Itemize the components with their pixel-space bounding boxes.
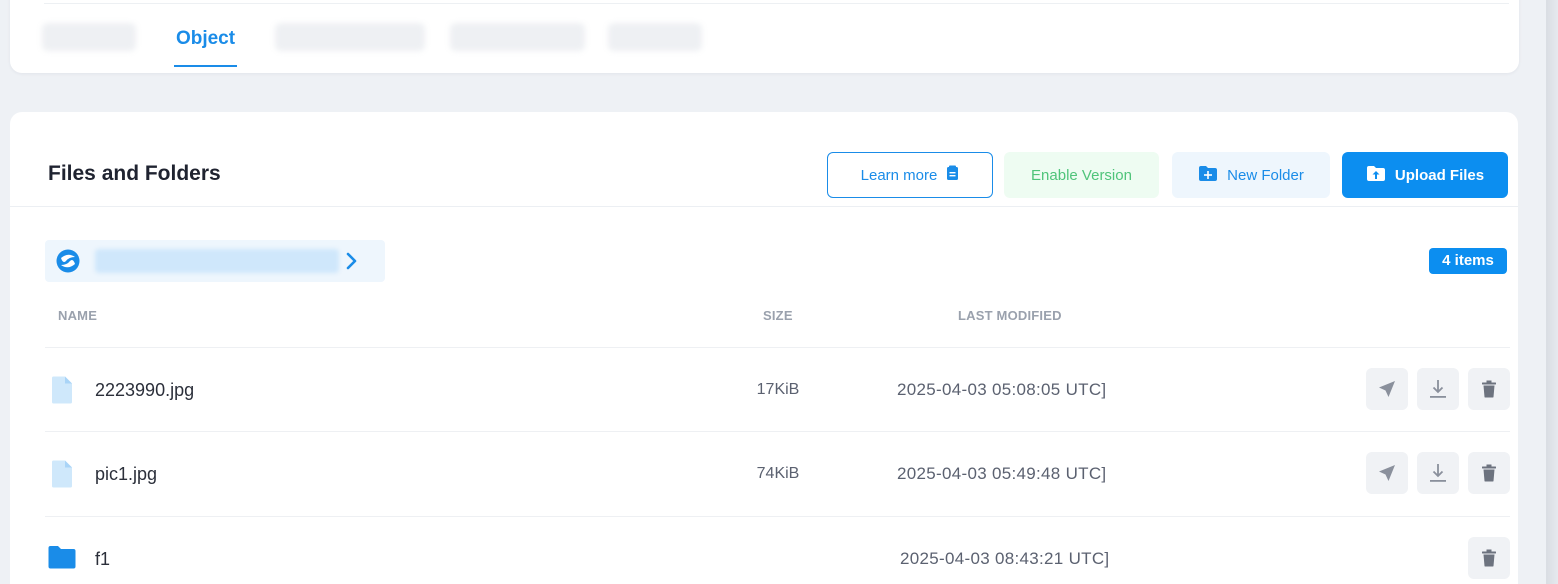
document-icon xyxy=(946,165,959,185)
delete-button[interactable] xyxy=(1468,452,1510,494)
upload-icon xyxy=(1366,165,1386,186)
trash-icon xyxy=(1482,464,1496,482)
folder-plus-icon xyxy=(1198,165,1218,186)
new-folder-label: New Folder xyxy=(1227,166,1304,184)
tab-active-underline xyxy=(174,65,237,67)
learn-more-button[interactable]: Learn more xyxy=(827,152,993,198)
folder-modified: 2025-04-03 08:43:21 UTC] xyxy=(900,549,1110,568)
items-count-badge: 4 items xyxy=(1429,248,1507,274)
table-row[interactable]: 2223990.jpg 17KiB 2025-04-03 05:08:05 UT… xyxy=(45,347,1510,431)
bucket-name[interactable] xyxy=(95,249,339,273)
tab-object-label: Object xyxy=(175,28,236,49)
file-size: 74KiB xyxy=(756,465,800,482)
column-header-last-modified: LAST MODIFIED xyxy=(958,308,1062,323)
folder-name[interactable]: f1 xyxy=(95,549,110,570)
new-folder-button[interactable]: New Folder xyxy=(1172,152,1330,198)
file-modified: 2025-04-03 05:08:05 UTC] xyxy=(897,380,1107,399)
download-button[interactable] xyxy=(1417,452,1459,494)
delete-button[interactable] xyxy=(1468,368,1510,410)
learn-more-label: Learn more xyxy=(860,166,938,184)
tab-blurred[interactable] xyxy=(42,23,136,51)
files-panel: Files and Folders Learn more Enable Vers… xyxy=(10,112,1518,584)
upload-files-button[interactable]: Upload Files xyxy=(1342,152,1508,198)
upload-files-label: Upload Files xyxy=(1394,166,1485,184)
trash-icon xyxy=(1482,549,1496,567)
file-icon xyxy=(52,376,72,404)
storage-logo-icon xyxy=(56,249,80,273)
panel-header: Files and Folders Learn more Enable Vers… xyxy=(10,112,1518,207)
file-name[interactable]: 2223990.jpg xyxy=(95,380,194,401)
trash-icon xyxy=(1482,380,1496,398)
enable-version-button[interactable]: Enable Version xyxy=(1004,152,1159,198)
send-icon xyxy=(1379,465,1395,481)
tab-blurred[interactable] xyxy=(275,23,425,51)
tab-object[interactable]: Object xyxy=(174,16,237,67)
share-button[interactable] xyxy=(1366,452,1408,494)
file-modified: 2025-04-03 05:49:48 UTC] xyxy=(897,464,1107,483)
tabs-bar: Object xyxy=(10,0,1519,73)
breadcrumb[interactable] xyxy=(45,240,385,282)
page-scrollbar[interactable] xyxy=(1546,0,1558,584)
chevron-right-icon xyxy=(346,252,357,270)
divider xyxy=(44,3,1509,4)
page-title: Files and Folders xyxy=(48,162,221,185)
share-button[interactable] xyxy=(1366,368,1408,410)
file-icon xyxy=(52,460,72,488)
enable-version-label: Enable Version xyxy=(1031,166,1132,184)
tab-blurred[interactable] xyxy=(608,23,702,51)
file-name[interactable]: pic1.jpg xyxy=(95,464,157,485)
table-row[interactable]: pic1.jpg 74KiB 2025-04-03 05:49:48 UTC] xyxy=(45,431,1510,515)
column-header-name: NAME xyxy=(58,308,98,323)
delete-button[interactable] xyxy=(1468,537,1510,579)
table-row[interactable]: f1 2025-04-03 08:43:21 UTC] xyxy=(45,516,1510,584)
download-icon xyxy=(1430,380,1446,398)
folder-icon xyxy=(48,546,76,569)
download-icon xyxy=(1430,464,1446,482)
column-header-size: SIZE xyxy=(763,308,793,323)
file-size: 17KiB xyxy=(756,381,800,398)
download-button[interactable] xyxy=(1417,368,1459,410)
send-icon xyxy=(1379,381,1395,397)
tab-blurred[interactable] xyxy=(450,23,585,51)
